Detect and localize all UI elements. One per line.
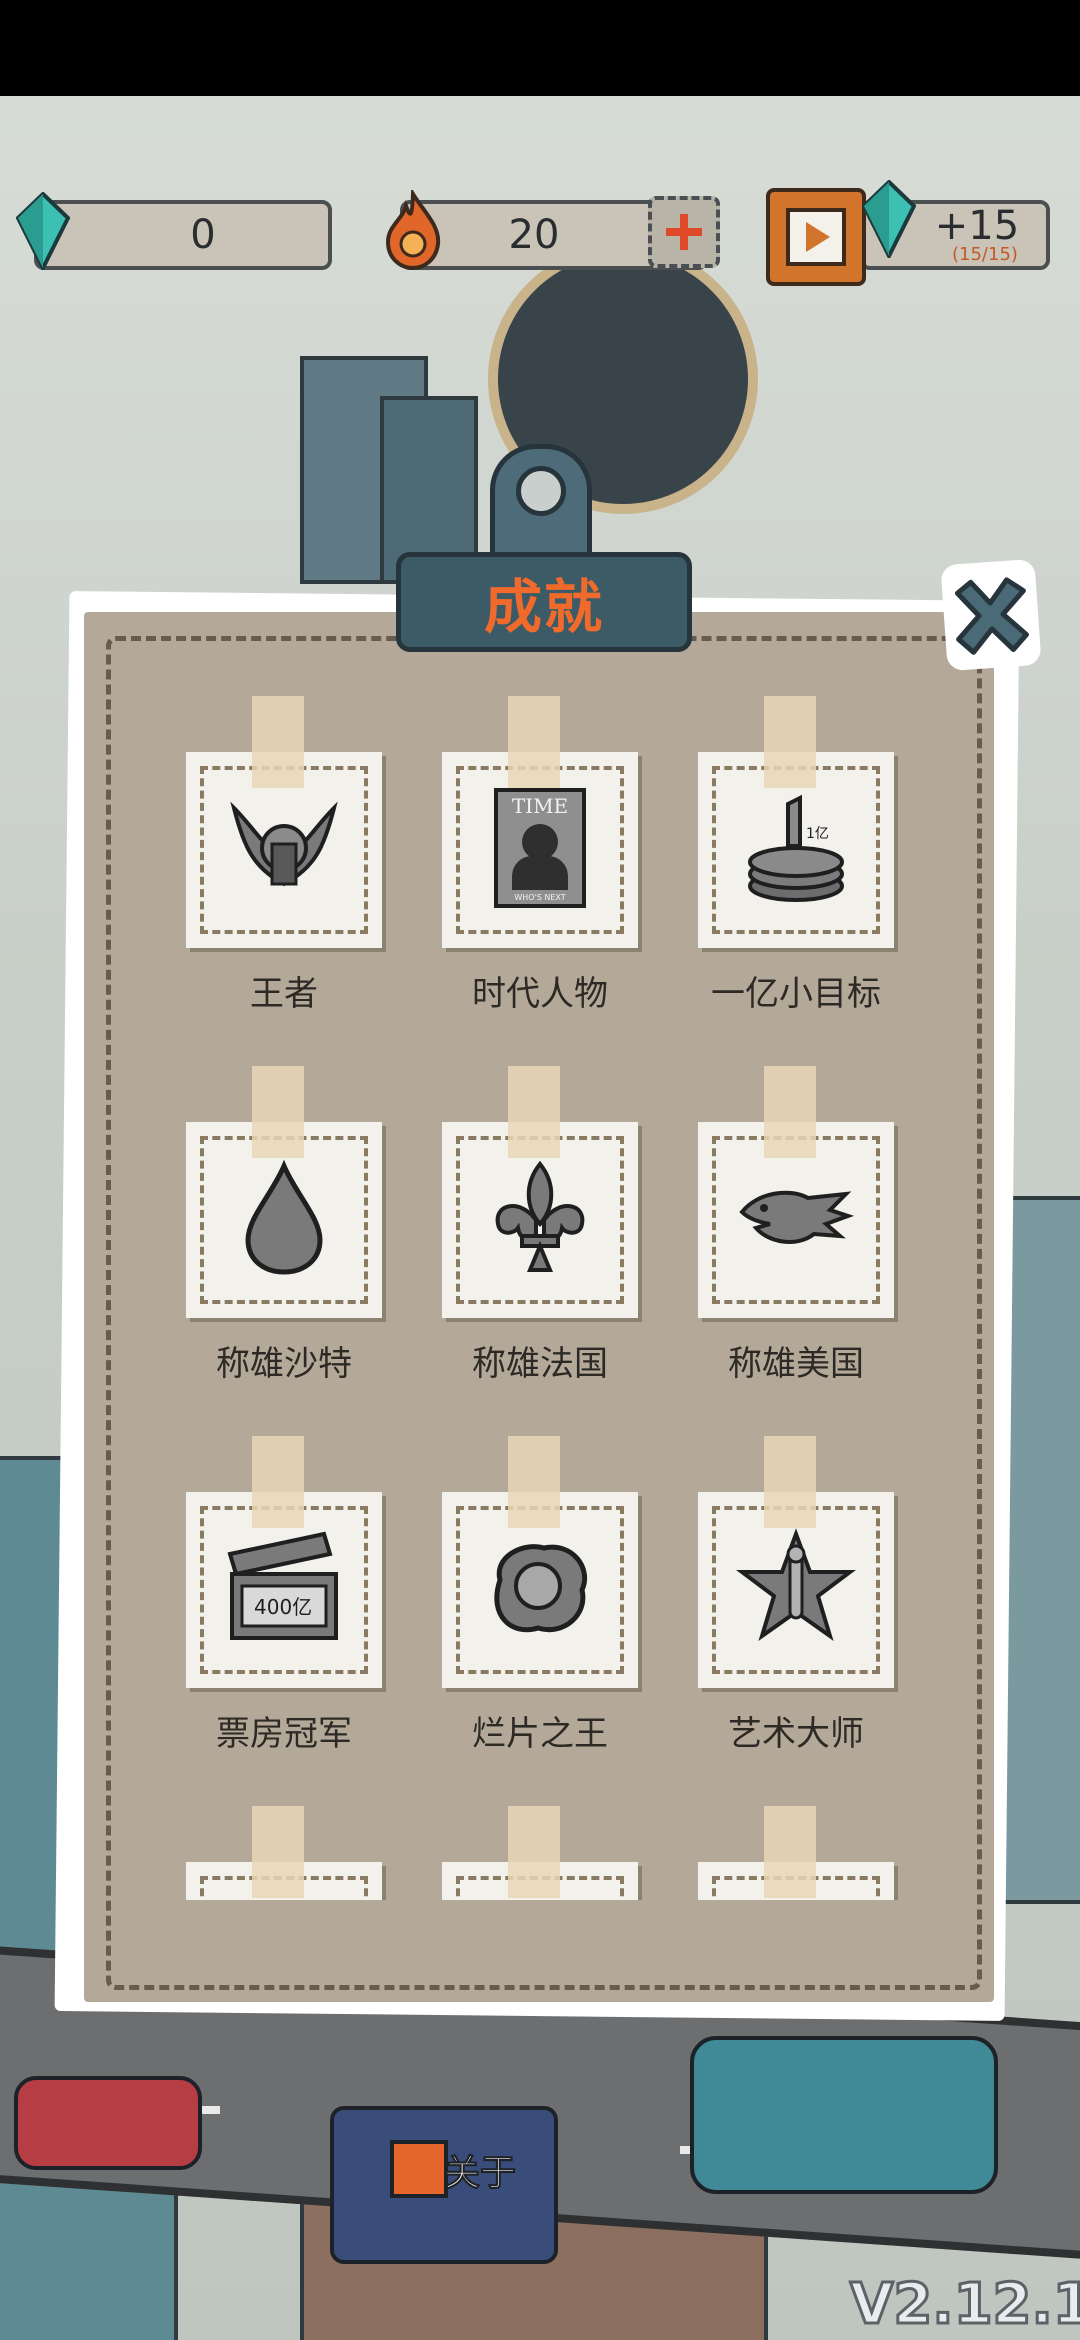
reward-amount: +15 (934, 203, 1020, 249)
achievement-label: 艺术大师 (728, 1714, 864, 1754)
person-body (512, 856, 568, 890)
gem-counter: 0 (34, 200, 332, 270)
dialog-title: 成就 (483, 573, 604, 641)
gem-icon (862, 180, 916, 258)
dialog-title-plate: 成就 (396, 552, 692, 652)
clapperboard-icon: 400亿 (227, 1531, 338, 1640)
tape (508, 1066, 560, 1158)
tape (252, 1066, 304, 1158)
gem-icon (16, 192, 70, 270)
achievement-label: 王者 (250, 974, 318, 1014)
time-magazine-icon: TIME WHO'S NEXT (494, 788, 586, 908)
close-button[interactable] (940, 558, 1042, 672)
gift-icon (390, 2140, 448, 2198)
achievement-label: 烂片之王 (472, 1714, 608, 1754)
tape (508, 696, 560, 788)
watch-video-button[interactable] (766, 188, 866, 286)
add-energy-button[interactable] (648, 196, 720, 268)
bus (690, 2036, 998, 2194)
tape (252, 696, 304, 788)
tape (252, 1436, 304, 1528)
winged-emblem-icon (230, 801, 338, 887)
achievement-grid[interactable]: 王者 TIME WHO'S NEXT 时代人物 1亿 一亿小目标 称雄沙特 称雄… (170, 690, 930, 1900)
play-icon (786, 208, 846, 266)
achievement-label: 一亿小目标 (711, 974, 881, 1014)
achievement-label: 票房冠军 (216, 1714, 352, 1754)
gem-count: 0 (190, 212, 216, 258)
version-label: V2.12.1 (849, 2271, 1080, 2339)
achievement-label: 称雄法国 (472, 1344, 608, 1384)
fried-egg-icon (494, 1544, 588, 1633)
tape (764, 1066, 816, 1158)
tape (764, 1806, 816, 1898)
energy-count: 20 (508, 212, 560, 258)
person-silhouette (522, 824, 558, 860)
tape (252, 1806, 304, 1898)
coin-stack-icon: 1亿 (748, 794, 844, 902)
reward-progress: (15/15) (952, 244, 1018, 265)
tape (508, 1806, 560, 1898)
magazine-title: TIME (511, 794, 569, 818)
clapper-label: 400亿 (254, 1595, 312, 1619)
oil-drop-icon (245, 1159, 323, 1275)
about-truck[interactable]: 关于 (330, 2106, 558, 2264)
fleur-de-lis-icon (495, 1160, 585, 1272)
about-label: 关于 (443, 2153, 517, 2195)
red-car (14, 2076, 202, 2170)
close-icon (954, 577, 1029, 655)
magazine-subtitle: WHO'S NEXT (514, 893, 566, 902)
achievement-label: 称雄美国 (728, 1344, 864, 1384)
achievement-label: 称雄沙特 (216, 1344, 352, 1384)
flame-icon (385, 190, 441, 270)
binder-clip-hole (516, 466, 566, 516)
tape (764, 1436, 816, 1528)
tape (764, 696, 816, 788)
tape (508, 1436, 560, 1528)
status-bar (0, 0, 1080, 96)
achievement-label: 时代人物 (472, 974, 608, 1014)
eagle-icon (739, 1190, 855, 1244)
oscar-star-icon (736, 1528, 856, 1641)
plus-icon (666, 214, 702, 250)
coin-label: 1亿 (806, 826, 829, 842)
